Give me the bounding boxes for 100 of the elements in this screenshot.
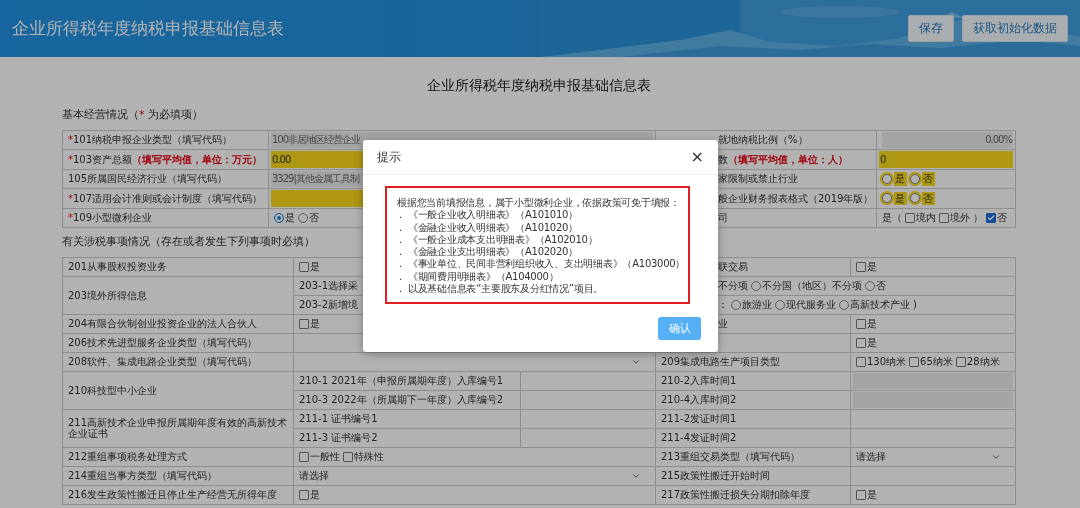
radio-button[interactable] (882, 173, 892, 184)
select-field[interactable]: 请选择 (299, 470, 653, 482)
field-label: 家限制或禁止行业 (718, 173, 798, 185)
checkbox[interactable] (939, 212, 949, 223)
field-label: *107适用会计准则或会计制度（填写代码） (68, 192, 263, 205)
input-field[interactable]: 0.00% (882, 132, 1013, 149)
field-label: 数（填写平均值，单位：人） (718, 153, 848, 166)
list-marker: . (399, 221, 402, 234)
radio-label: 否 (922, 191, 935, 206)
input-field[interactable]: 0 (879, 151, 1013, 168)
checkbox-label: 65纳米 (920, 356, 953, 368)
checkbox[interactable] (856, 337, 866, 348)
checkbox-label: 28纳米 (966, 356, 1000, 368)
checkbox-label: 一般性 (310, 451, 340, 463)
radio-label: 是 (894, 191, 907, 206)
dialog-title: 提示 (377, 148, 401, 166)
checkbox-label: 是 (867, 337, 877, 349)
checkbox-label: 是 (867, 261, 877, 273)
notice-item: 《一般企业收入明细表》（A101010） (407, 209, 578, 222)
radio-label: 否 (876, 280, 886, 292)
field-label: 105所属国民经济行业（填写代码） (68, 173, 228, 185)
field-label: 215政策性搬迁开始时间 (661, 470, 771, 482)
checkbox-label: 境内 (916, 212, 936, 224)
radio-label: 否 (922, 172, 935, 186)
radio-button[interactable] (882, 193, 892, 204)
field-label: 司 (718, 212, 728, 224)
notice-text: 根据您当前填报信息，属于小型微利企业，依据政策可免于填报： (397, 197, 681, 209)
field-label: 就地纳税比例（%） (718, 134, 808, 146)
radio-button[interactable] (910, 193, 920, 204)
field-label: 203-1选择采 (299, 280, 359, 292)
field-label: 201从事股权投资业务 (68, 261, 168, 273)
cell-text: ) (913, 299, 917, 311)
section-title: 基本经营情况（* 为必填项） (62, 107, 203, 122)
radio-label: 是 (894, 172, 907, 186)
field-label: 211-4发证时间2 (661, 432, 737, 444)
field-label: 210科技型中小企业 (68, 384, 158, 397)
field-label: 般企业财务报表格式（2019年版） (718, 192, 874, 205)
section-title: 有关涉税事项情况（存在或者发生下列事项时必填） (62, 233, 315, 249)
field-label: 210-1 2021年（申报所属期年度）入库编号1 (299, 375, 504, 387)
radio-button[interactable] (839, 299, 849, 310)
radio-label: 现代服务业 (786, 299, 836, 311)
checkbox-label: 是 (867, 318, 877, 330)
field-label: 211-3 证书编号2 (299, 432, 378, 444)
checkbox-label: 特殊性 (354, 451, 384, 463)
checkbox-label: 境外 (950, 212, 970, 224)
list-marker: . (399, 270, 402, 284)
cell-text: ： (718, 299, 728, 311)
radio-button[interactable] (274, 212, 284, 223)
notice-item: 《一般企业成本支出明细表》（A102010） (407, 233, 598, 246)
checkbox[interactable] (905, 212, 915, 223)
checkbox[interactable] (299, 318, 309, 329)
radio-button[interactable] (775, 299, 785, 310)
radio-button[interactable] (910, 173, 920, 184)
checkbox-label: 是 (310, 489, 320, 501)
radio-button[interactable] (751, 280, 761, 291)
notice-item: 《事业单位、民间非营利组织收入、支出明细表》（A103000） (407, 258, 686, 271)
radio-button[interactable] (865, 280, 875, 291)
field-label: 211-1 证书编号1 (299, 413, 378, 425)
field-label: 联交易 (718, 261, 748, 273)
cell-text: 不分项 (718, 280, 748, 292)
close-button[interactable]: × (690, 149, 704, 165)
checkbox[interactable] (856, 318, 866, 329)
checkbox[interactable] (856, 489, 866, 500)
field-label: 209集成电路生产项目类型 (661, 356, 781, 368)
checkbox[interactable] (299, 451, 309, 462)
cell-text: ） (973, 212, 983, 224)
radio-button[interactable] (731, 299, 741, 310)
checkbox[interactable] (986, 212, 996, 223)
header-button[interactable]: 保存 (908, 15, 954, 42)
checkbox-label: 是 (310, 318, 320, 330)
field-label: 业 (718, 318, 728, 330)
notice-item: 以及基础信息表“主要股东及分红情况”项目。 (407, 283, 604, 296)
app-title: 企业所得税年度纳税申报基础信息表 (12, 17, 284, 40)
radio-label: 不分国（地区）不分项 (762, 280, 862, 292)
list-marker: . (399, 233, 402, 247)
checkbox[interactable] (299, 489, 309, 500)
radio-label: 否 (309, 212, 319, 224)
field-label: 206技术先进型服务企业类型（填写代码） (68, 337, 258, 349)
checkbox[interactable] (343, 451, 353, 462)
select-field[interactable]: 请选择 (856, 451, 1013, 463)
checkbox[interactable] (909, 356, 920, 367)
field-label: 204有限合伙制创业投资企业的法人合伙人 (68, 318, 258, 330)
checkbox[interactable] (856, 356, 866, 367)
radio-label: 是 (285, 212, 295, 224)
checkbox[interactable] (856, 261, 866, 272)
checkbox[interactable] (299, 261, 309, 272)
field-label: 216发生政策性搬迁且停止生产经营无所得年度 (68, 489, 278, 501)
field-label: 208软件、集成电路企业类型（填写代码） (68, 356, 258, 368)
notice-item: 《金融企业支出明细表》（A102020） (407, 246, 578, 258)
field-label: 212重组事项税务处理方式 (68, 451, 188, 463)
radio-button[interactable] (298, 212, 308, 223)
field-label: *103资产总额（填写平均值，单位：万元） (68, 153, 263, 166)
field-label: 211-2发证时间1 (661, 413, 737, 425)
header-button[interactable]: 获取初始化数据 (962, 15, 1068, 42)
checkbox-label: 130纳米 (867, 356, 907, 368)
notice-item: 《期间费用明细表》（A104000） (407, 270, 559, 283)
field-label: 210-3 2022年（所属期下一年度）入库编号2 (299, 394, 504, 406)
checkbox-label: 是 (867, 489, 877, 501)
checkbox[interactable] (955, 356, 966, 367)
checkbox-label: 否 (997, 212, 1007, 224)
